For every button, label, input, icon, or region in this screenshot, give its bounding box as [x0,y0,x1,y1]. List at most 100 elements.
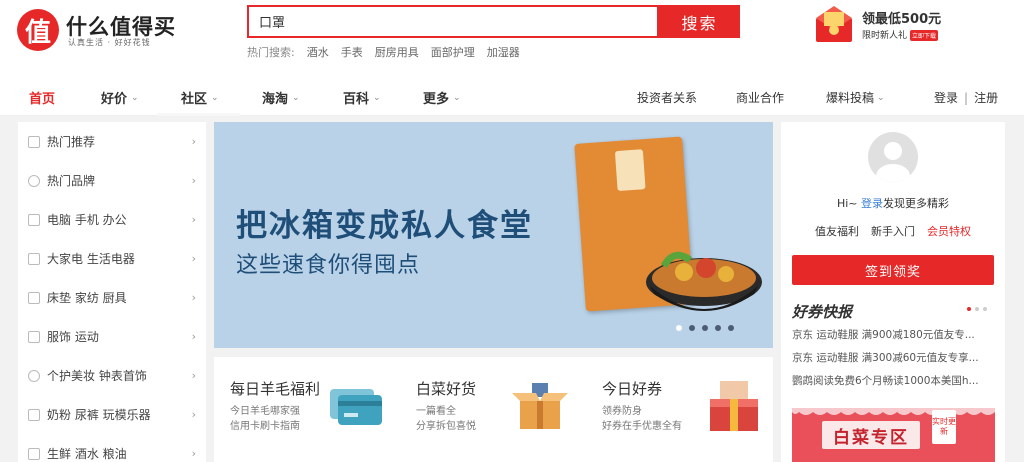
baby-bottle-icon [28,408,40,421]
sidebar-item-label: 电脑 手机 办公 [47,213,127,227]
nav-item-wiki[interactable]: 百科 ⌄ [343,88,381,107]
chevron-right-icon: › [191,174,196,187]
sidebar-item-label: 奶粉 尿裤 玩模乐器 [47,408,151,422]
credit-card-icon [330,389,382,425]
chevron-right-icon: › [191,291,196,304]
sidebar-item-hot-recommend[interactable]: 热门推荐 › [18,122,206,161]
new-user-promo[interactable]: 领最低500元 限时新人礼 立即下载 [812,4,972,44]
chevron-down-icon: ⌄ [453,92,461,103]
pager-dot[interactable] [975,307,979,311]
chevron-down-icon: ⌄ [131,92,139,103]
pager-dot[interactable] [983,307,987,311]
sidebar-item-hot-brands[interactable]: 热门品牌 › [18,161,206,200]
search-button[interactable]: 搜索 [659,5,740,38]
nav-item-deals[interactable]: 好价 ⌄ [101,88,139,107]
chevron-down-icon: ⌄ [292,92,300,103]
card-desc-line: 信用卡刷卡指南 [230,421,300,432]
chevron-right-icon: › [191,408,196,421]
promo-download-tag[interactable]: 立即下载 [910,30,939,41]
promo-subtitle: 限时新人礼 立即下载 [862,28,939,41]
awning-scallop [792,408,995,415]
hero-banner[interactable]: 把冰箱变成私人食堂 这些速食你得囤点 [214,122,773,348]
tv-icon [28,252,40,265]
red-envelope-icon [816,6,852,42]
card-cabbage-deals[interactable]: 白菜好货 一篇看全 分享拆包喜悦 [400,357,586,462]
carousel-dot[interactable] [715,325,721,331]
card-desc-line: 分享拆包喜悦 [416,421,476,432]
nav-label: 更多 [423,92,450,107]
nav-hover-indicator [157,113,240,116]
hot-keyword-link[interactable]: 酒水 [307,44,329,60]
sidebar-item-apparel[interactable]: 服饰 运动 › [18,317,206,356]
chevron-right-icon: › [191,252,196,265]
category-sidebar: 热门推荐 › 热门品牌 › 电脑 手机 办公 › 大家电 生活电器 › 床垫 家… [18,122,206,462]
login-link[interactable]: 登录 [934,89,958,106]
business-cooperation-link[interactable]: 商业合作 [736,89,784,106]
coupon-item[interactable]: 京东 运动鞋服 满300减60元值友专享... [792,350,997,365]
hot-keyword-link[interactable]: 厨房用具 [375,44,419,60]
nav-item-home[interactable]: 首页 [29,88,55,107]
hot-keyword-link[interactable]: 加湿器 [487,44,520,60]
cabbage-zone-banner[interactable]: 白菜专区 实时更新 [792,408,995,462]
checkin-button[interactable]: 签到领奖 [792,255,994,285]
nav-item-overseas[interactable]: 海淘 ⌄ [262,88,300,107]
coupon-pager [967,307,987,311]
avatar-body [876,164,910,182]
newbie-guide-link[interactable]: 新手入门 [871,223,915,239]
promo-sub-text: 限时新人礼 [862,31,908,41]
user-panel: Hi~ 登录发现更多精彩 值友福利 新手入门 会员特权 签到领奖 [781,122,1005,292]
welfare-link[interactable]: 值友福利 [815,223,859,239]
hot-search-bar: 热门搜索: 酒水 手表 厨房用具 面部护理 加湿器 [247,44,520,60]
sidebar-item-beauty[interactable]: 个护美妆 钟表首饰 › [18,356,206,395]
sidebar-item-fresh-food[interactable]: 生鲜 酒水 粮油 › [18,434,206,462]
avatar[interactable] [868,132,918,182]
panel-login-link[interactable]: 登录 [861,197,883,210]
coupon-item[interactable]: 京东 运动鞋服 满900减180元值友专... [792,327,997,342]
coupon-item[interactable]: 鹦鹉阅读免费6个月畅读1000本美国h... [792,373,997,388]
card-desc-line: 好券在手优惠全有 [602,421,682,432]
member-links: 值友福利 新手入门 会员特权 [781,223,1005,239]
sidebar-item-home-textiles[interactable]: 床垫 家纺 厨具 › [18,278,206,317]
sidebar-item-label: 大家电 生活电器 [47,252,135,266]
submit-tip-link[interactable]: 爆料投稿 ⌄ [826,89,885,106]
nav-label: 好价 [101,92,128,107]
realtime-update-badge: 实时更新 [932,410,956,444]
cosmetics-icon [28,369,40,382]
pager-dot[interactable] [967,307,971,311]
sidebar-item-label: 床垫 家纺 厨具 [47,291,127,305]
noodle-bowl-image [646,251,762,311]
card-desc-line: 今日羊毛哪家强 [230,406,300,417]
sidebar-item-label: 热门品牌 [47,174,96,188]
carousel-dot[interactable] [702,325,708,331]
vip-privileges-link[interactable]: 会员特权 [927,223,971,239]
register-link[interactable]: 注册 [974,89,998,106]
site-logo-icon[interactable]: 值 [17,9,59,51]
card-today-coupons[interactable]: 今日好券 领券防身 好券在手优惠全有 [586,357,772,462]
auth-separator: | [964,90,969,105]
gift-box-icon [512,383,568,429]
hot-keyword-link[interactable]: 手表 [341,44,363,60]
card-wool-welfare[interactable]: 每日羊毛福利 今日羊毛哪家强 信用卡刷卡指南 [214,357,400,462]
shirt-icon [28,330,40,343]
tag-icon [28,174,40,187]
chevron-right-icon: › [191,447,196,460]
coupon-box-icon [710,381,758,431]
card-description: 领券防身 好券在手优惠全有 [602,404,682,434]
nav-item-more[interactable]: 更多 ⌄ [423,88,461,107]
sidebar-item-electronics[interactable]: 电脑 手机 办公 › [18,200,206,239]
carousel-dot[interactable] [728,325,734,331]
investor-relations-link[interactable]: 投资者关系 [637,89,697,106]
fruit-icon [28,447,40,460]
carousel-dot[interactable] [676,325,682,331]
document-icon [28,135,40,148]
search-input[interactable] [249,7,657,36]
main-nav: 首页 好价 ⌄ 社区 ⌄ 海淘 ⌄ 百科 ⌄ 更多 ⌄ 投资者关系 商业合作 爆料投稿 ⌄ … [0,76,1024,116]
sidebar-item-appliances[interactable]: 大家电 生活电器 › [18,239,206,278]
carousel-dot[interactable] [689,325,695,331]
coupon-news-panel: 好券快报 京东 运动鞋服 满900减180元值友专... 京东 运动鞋服 满30… [781,292,1005,462]
sidebar-item-baby[interactable]: 奶粉 尿裤 玩模乐器 › [18,395,206,434]
sidebar-item-label: 服饰 运动 [47,330,99,344]
nav-item-community[interactable]: 社区 ⌄ [181,88,219,107]
hot-keyword-link[interactable]: 面部护理 [431,44,475,60]
hot-search-label: 热门搜索: [247,46,295,59]
